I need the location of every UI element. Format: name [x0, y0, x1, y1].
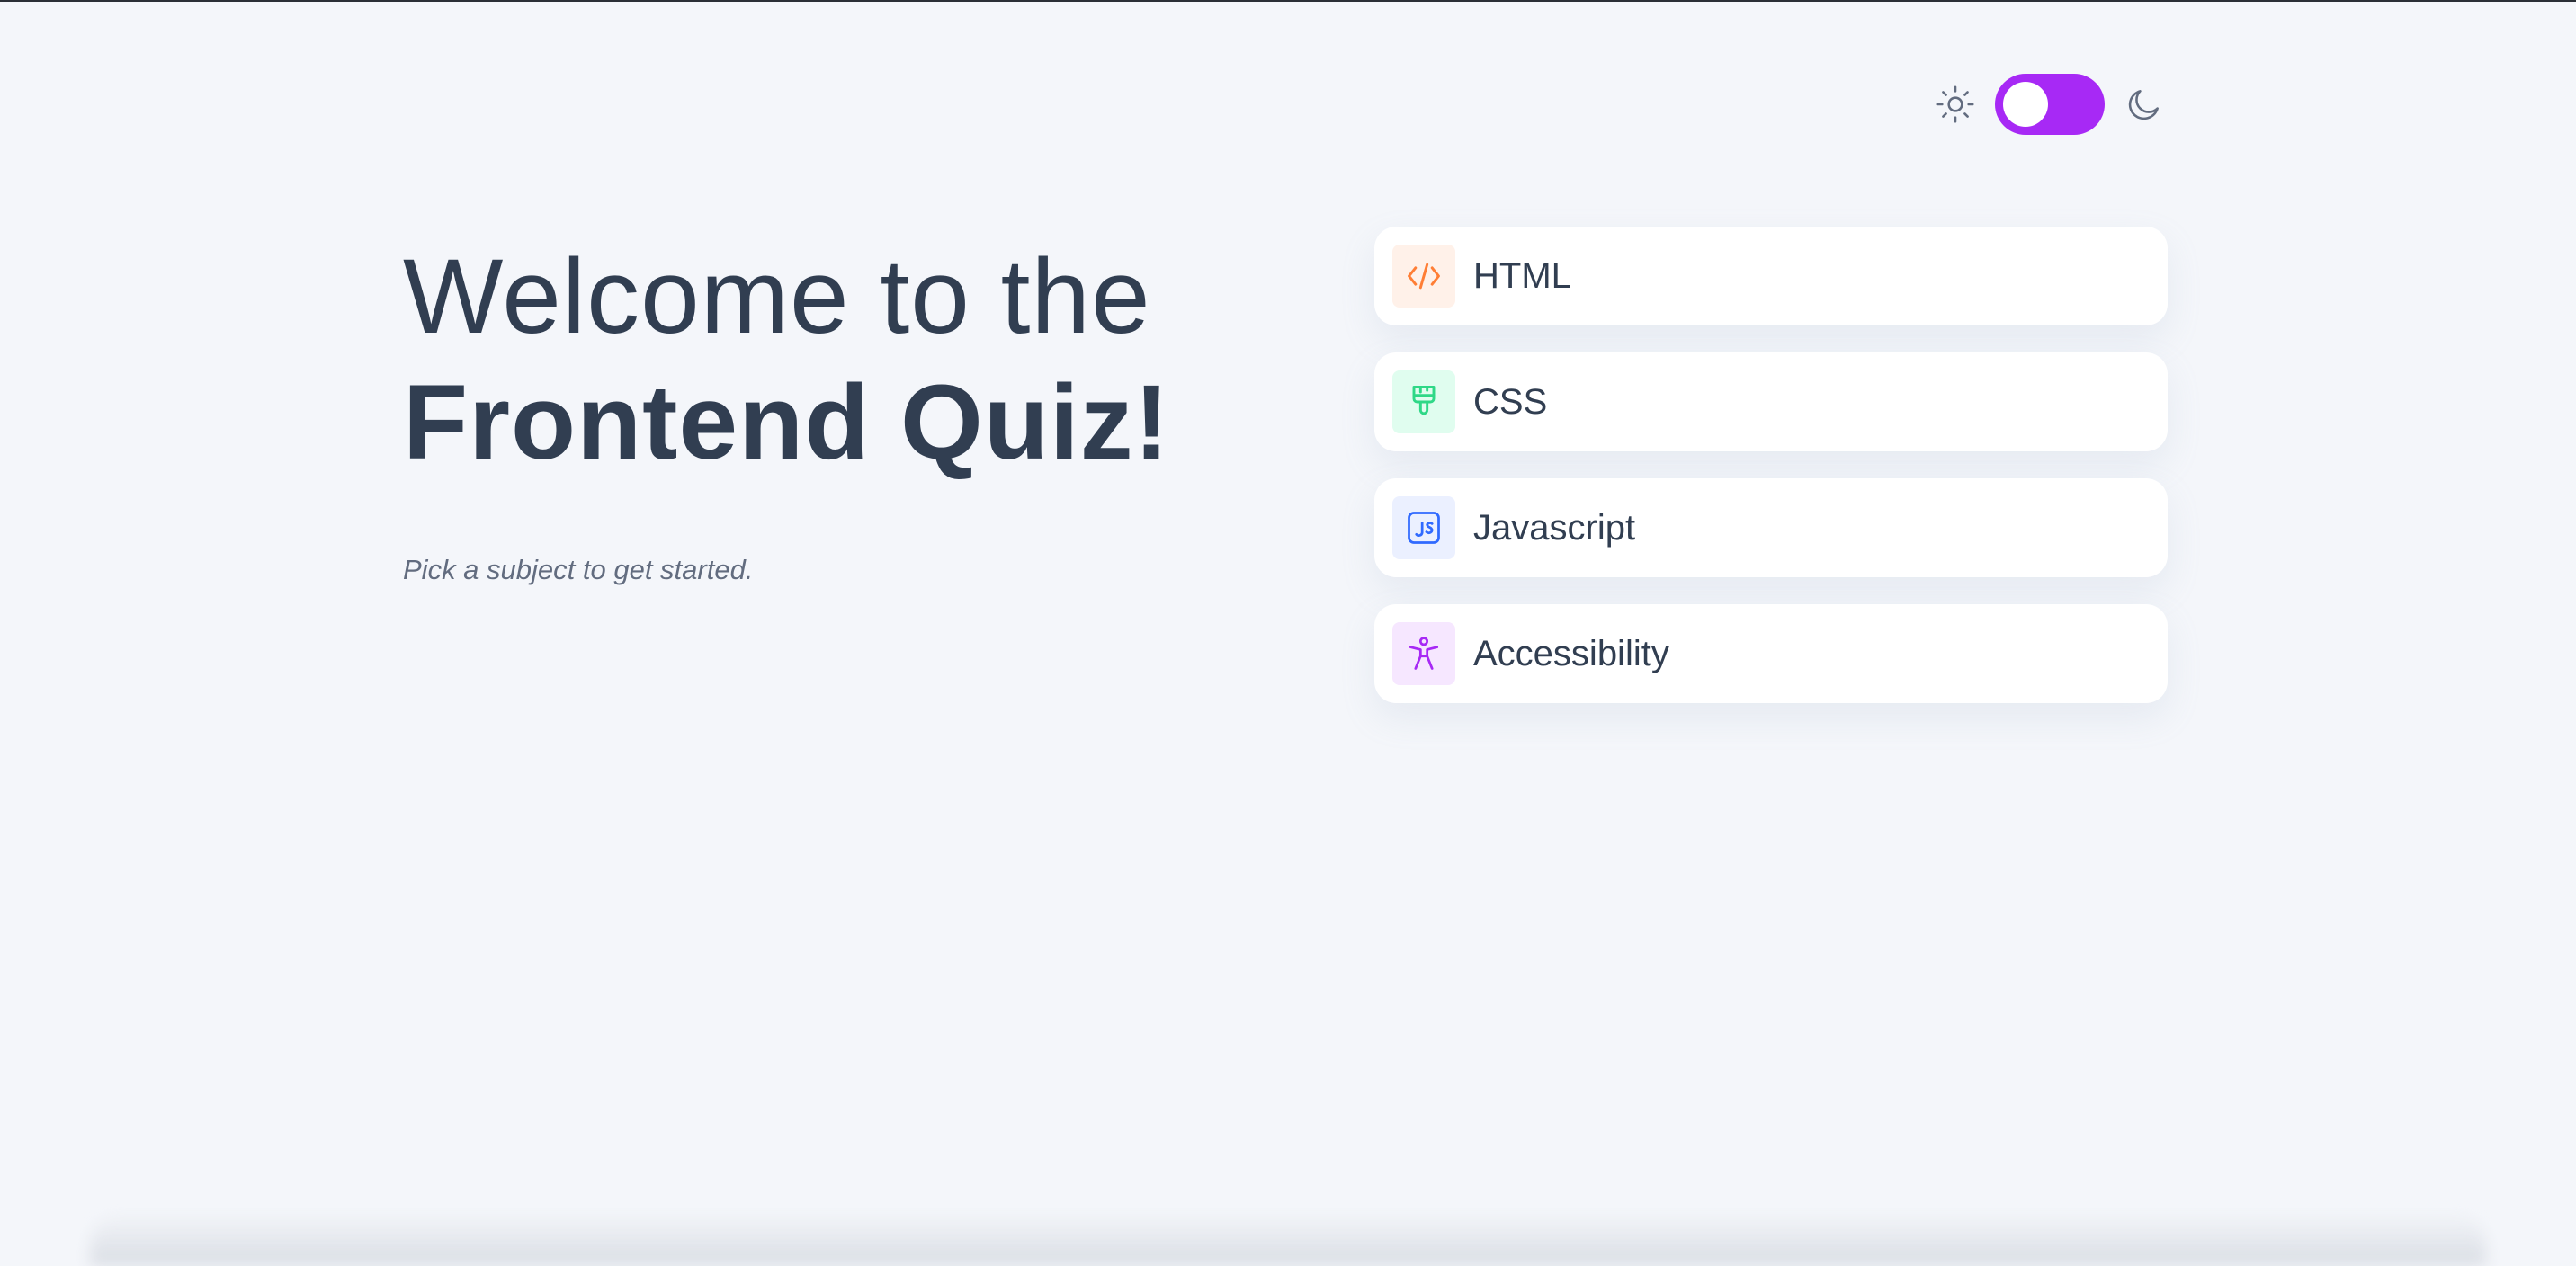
subject-option-html[interactable]: HTML: [1374, 227, 2168, 325]
moon-icon: [2124, 85, 2164, 124]
hero-title-line2: Frontend Quiz!: [403, 363, 1170, 482]
switch-knob: [2003, 82, 2048, 127]
subject-label-css: CSS: [1473, 381, 1548, 422]
hero-subtitle: Pick a subject to get started.: [403, 554, 754, 585]
css-brush-icon: [1392, 370, 1455, 433]
subject-option-accessibility[interactable]: Accessibility: [1374, 604, 2168, 703]
html-code-icon: [1392, 245, 1455, 308]
javascript-js-icon: [1392, 496, 1455, 559]
subject-option-javascript[interactable]: Javascript: [1374, 478, 2168, 577]
sun-icon: [1936, 85, 1975, 124]
dark-mode-switch[interactable]: [1995, 74, 2105, 135]
quiz-start-page: Welcome to the Frontend Quiz! Pick a sub…: [0, 0, 2576, 1266]
bottom-shadow: [90, 1212, 2486, 1266]
hero: Welcome to the Frontend Quiz! Pick a sub…: [403, 234, 1170, 586]
subject-label-html: HTML: [1473, 255, 1571, 296]
subject-option-css[interactable]: CSS: [1374, 352, 2168, 451]
accessibility-person-icon: [1392, 622, 1455, 685]
hero-title-line1: Welcome to the: [403, 237, 1151, 356]
subject-label-javascript: Javascript: [1473, 507, 1636, 548]
subject-label-accessibility: Accessibility: [1473, 633, 1669, 673]
theme-toggle: [1936, 74, 2164, 135]
subject-list: HTML CSS Javascript Accessibility: [1374, 227, 2168, 703]
